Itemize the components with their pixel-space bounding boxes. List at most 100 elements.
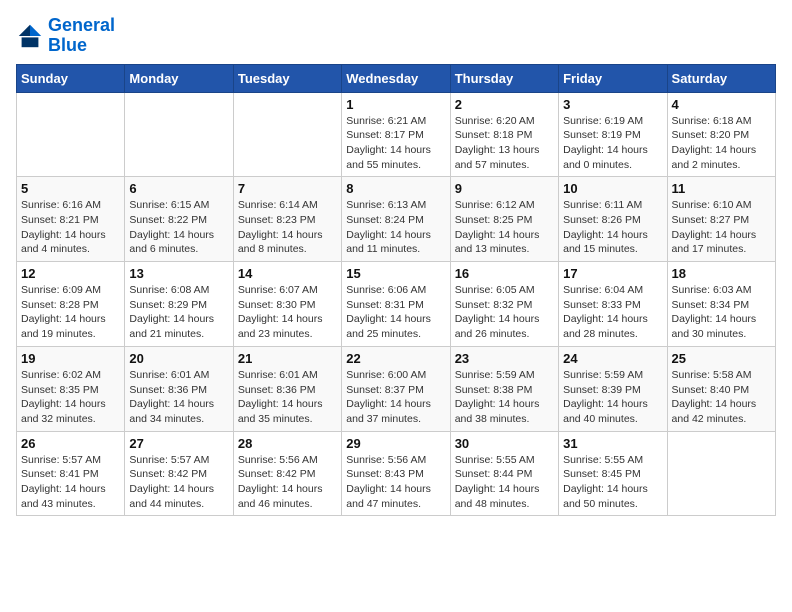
day-number: 10 (563, 181, 662, 196)
day-info: Sunrise: 6:19 AMSunset: 8:19 PMDaylight:… (563, 114, 662, 173)
logo-icon (16, 22, 44, 50)
day-number: 6 (129, 181, 228, 196)
day-info: Sunrise: 5:55 AMSunset: 8:44 PMDaylight:… (455, 453, 554, 512)
day-info: Sunrise: 5:56 AMSunset: 8:42 PMDaylight:… (238, 453, 337, 512)
day-info: Sunrise: 6:10 AMSunset: 8:27 PMDaylight:… (672, 198, 771, 257)
day-info: Sunrise: 6:18 AMSunset: 8:20 PMDaylight:… (672, 114, 771, 173)
calendar-cell: 15 Sunrise: 6:06 AMSunset: 8:31 PMDayligh… (342, 262, 450, 347)
calendar-cell: 30 Sunrise: 5:55 AMSunset: 8:44 PMDayligh… (450, 431, 558, 516)
day-of-week-header-row: SundayMondayTuesdayWednesdayThursdayFrid… (17, 64, 776, 92)
dow-header-thursday: Thursday (450, 64, 558, 92)
day-number: 7 (238, 181, 337, 196)
calendar-week-5: 26 Sunrise: 5:57 AMSunset: 8:41 PMDayligh… (17, 431, 776, 516)
day-info: Sunrise: 6:12 AMSunset: 8:25 PMDaylight:… (455, 198, 554, 257)
day-number: 26 (21, 436, 120, 451)
calendar-cell (233, 92, 341, 177)
day-number: 19 (21, 351, 120, 366)
calendar-cell: 22 Sunrise: 6:00 AMSunset: 8:37 PMDayligh… (342, 346, 450, 431)
calendar-cell: 9 Sunrise: 6:12 AMSunset: 8:25 PMDaylight… (450, 177, 558, 262)
calendar-cell: 20Sunrise: 6:01 AMSunset: 8:36 PMDayligh… (125, 346, 233, 431)
calendar-cell (667, 431, 775, 516)
calendar-cell: 14 Sunrise: 6:07 AMSunset: 8:30 PMDayligh… (233, 262, 341, 347)
calendar-week-1: 1Sunrise: 6:21 AMSunset: 8:17 PMDaylight… (17, 92, 776, 177)
calendar-cell: 3 Sunrise: 6:19 AMSunset: 8:19 PMDaylight… (559, 92, 667, 177)
day-info: Sunrise: 5:56 AMSunset: 8:43 PMDaylight:… (346, 453, 445, 512)
calendar-cell: 16Sunrise: 6:05 AMSunset: 8:32 PMDayligh… (450, 262, 558, 347)
calendar-body: 1Sunrise: 6:21 AMSunset: 8:17 PMDaylight… (17, 92, 776, 516)
dow-header-sunday: Sunday (17, 64, 125, 92)
day-number: 21 (238, 351, 337, 366)
calendar-cell: 10 Sunrise: 6:11 AMSunset: 8:26 PMDayligh… (559, 177, 667, 262)
calendar-cell: 24 Sunrise: 5:59 AMSunset: 8:39 PMDayligh… (559, 346, 667, 431)
calendar-cell: 31Sunrise: 5:55 AMSunset: 8:45 PMDayligh… (559, 431, 667, 516)
day-number: 31 (563, 436, 662, 451)
day-info: Sunrise: 6:13 AMSunset: 8:24 PMDaylight:… (346, 198, 445, 257)
day-number: 28 (238, 436, 337, 451)
calendar-cell: 19Sunrise: 6:02 AMSunset: 8:35 PMDayligh… (17, 346, 125, 431)
calendar-cell: 21Sunrise: 6:01 AMSunset: 8:36 PMDayligh… (233, 346, 341, 431)
day-number: 11 (672, 181, 771, 196)
calendar-cell: 13 Sunrise: 6:08 AMSunset: 8:29 PMDayligh… (125, 262, 233, 347)
day-number: 14 (238, 266, 337, 281)
dow-header-wednesday: Wednesday (342, 64, 450, 92)
calendar-week-2: 5 Sunrise: 6:16 AMSunset: 8:21 PMDaylight… (17, 177, 776, 262)
calendar-cell: 4 Sunrise: 6:18 AMSunset: 8:20 PMDaylight… (667, 92, 775, 177)
day-info: Sunrise: 6:20 AMSunset: 8:18 PMDaylight:… (455, 114, 554, 173)
day-info: Sunrise: 6:06 AMSunset: 8:31 PMDaylight:… (346, 283, 445, 342)
day-info: Sunrise: 6:21 AMSunset: 8:17 PMDaylight:… (346, 114, 445, 173)
day-number: 4 (672, 97, 771, 112)
calendar-cell: 6 Sunrise: 6:15 AMSunset: 8:22 PMDaylight… (125, 177, 233, 262)
day-number: 9 (455, 181, 554, 196)
calendar-cell: 1Sunrise: 6:21 AMSunset: 8:17 PMDaylight… (342, 92, 450, 177)
day-info: Sunrise: 6:16 AMSunset: 8:21 PMDaylight:… (21, 198, 120, 257)
calendar-cell: 29 Sunrise: 5:56 AMSunset: 8:43 PMDayligh… (342, 431, 450, 516)
calendar-cell (17, 92, 125, 177)
day-info: Sunrise: 6:11 AMSunset: 8:26 PMDaylight:… (563, 198, 662, 257)
calendar-cell: 18Sunrise: 6:03 AMSunset: 8:34 PMDayligh… (667, 262, 775, 347)
dow-header-tuesday: Tuesday (233, 64, 341, 92)
day-number: 23 (455, 351, 554, 366)
day-number: 22 (346, 351, 445, 366)
calendar-week-4: 19Sunrise: 6:02 AMSunset: 8:35 PMDayligh… (17, 346, 776, 431)
day-info: Sunrise: 5:59 AMSunset: 8:39 PMDaylight:… (563, 368, 662, 427)
calendar-week-3: 12Sunrise: 6:09 AMSunset: 8:28 PMDayligh… (17, 262, 776, 347)
day-number: 18 (672, 266, 771, 281)
calendar-cell: 7Sunrise: 6:14 AMSunset: 8:23 PMDaylight… (233, 177, 341, 262)
day-info: Sunrise: 5:57 AMSunset: 8:41 PMDaylight:… (21, 453, 120, 512)
day-number: 24 (563, 351, 662, 366)
day-number: 17 (563, 266, 662, 281)
day-info: Sunrise: 5:58 AMSunset: 8:40 PMDaylight:… (672, 368, 771, 427)
page-header: General Blue (16, 16, 776, 56)
day-info: Sunrise: 6:01 AMSunset: 8:36 PMDaylight:… (129, 368, 228, 427)
dow-header-friday: Friday (559, 64, 667, 92)
day-number: 15 (346, 266, 445, 281)
logo-text: General Blue (48, 16, 115, 56)
day-info: Sunrise: 6:08 AMSunset: 8:29 PMDaylight:… (129, 283, 228, 342)
calendar-cell (125, 92, 233, 177)
day-info: Sunrise: 5:59 AMSunset: 8:38 PMDaylight:… (455, 368, 554, 427)
day-info: Sunrise: 6:00 AMSunset: 8:37 PMDaylight:… (346, 368, 445, 427)
calendar-cell: 17 Sunrise: 6:04 AMSunset: 8:33 PMDayligh… (559, 262, 667, 347)
day-number: 5 (21, 181, 120, 196)
calendar-cell: 11 Sunrise: 6:10 AMSunset: 8:27 PMDayligh… (667, 177, 775, 262)
day-number: 2 (455, 97, 554, 112)
calendar-cell: 8 Sunrise: 6:13 AMSunset: 8:24 PMDaylight… (342, 177, 450, 262)
day-info: Sunrise: 6:04 AMSunset: 8:33 PMDaylight:… (563, 283, 662, 342)
day-number: 12 (21, 266, 120, 281)
dow-header-monday: Monday (125, 64, 233, 92)
day-info: Sunrise: 6:07 AMSunset: 8:30 PMDaylight:… (238, 283, 337, 342)
day-number: 13 (129, 266, 228, 281)
day-number: 3 (563, 97, 662, 112)
dow-header-saturday: Saturday (667, 64, 775, 92)
day-number: 29 (346, 436, 445, 451)
logo: General Blue (16, 16, 115, 56)
calendar-cell: 27Sunrise: 5:57 AMSunset: 8:42 PMDayligh… (125, 431, 233, 516)
day-number: 30 (455, 436, 554, 451)
day-number: 25 (672, 351, 771, 366)
day-info: Sunrise: 6:15 AMSunset: 8:22 PMDaylight:… (129, 198, 228, 257)
day-number: 8 (346, 181, 445, 196)
calendar-cell: 2 Sunrise: 6:20 AMSunset: 8:18 PMDaylight… (450, 92, 558, 177)
calendar-cell: 28 Sunrise: 5:56 AMSunset: 8:42 PMDayligh… (233, 431, 341, 516)
calendar-cell: 5 Sunrise: 6:16 AMSunset: 8:21 PMDaylight… (17, 177, 125, 262)
day-number: 16 (455, 266, 554, 281)
